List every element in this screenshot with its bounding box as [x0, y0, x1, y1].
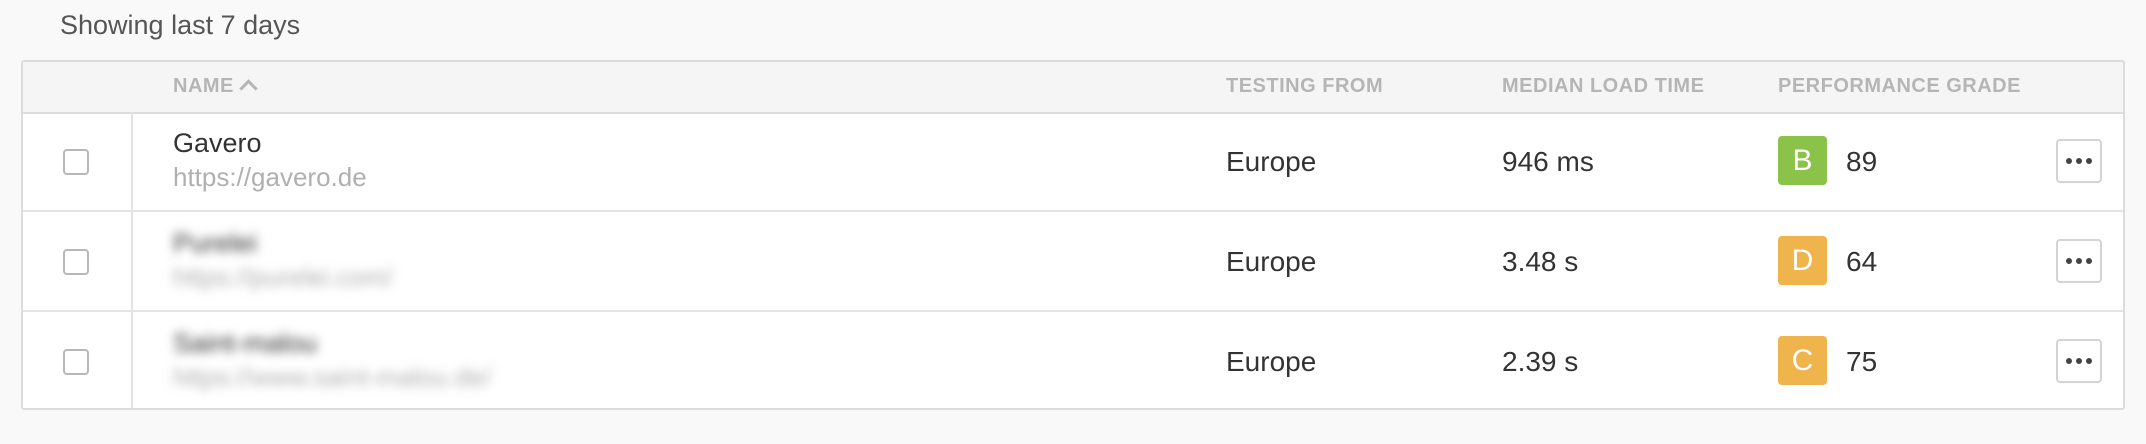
table-row: Purelei https://purelei.com/ Europe 3.48… [23, 212, 2123, 312]
more-options-button[interactable] [2056, 339, 2102, 383]
median-load-time: 2.39 s [1502, 346, 1579, 377]
column-header-median-load-time[interactable]: MEDIAN LOAD TIME [1502, 75, 1704, 98]
more-dots-icon [2066, 358, 2092, 364]
median-load-time: 946 ms [1502, 146, 1594, 177]
testing-location: Europe [1226, 246, 1317, 277]
row-checkbox[interactable] [63, 249, 89, 275]
site-name[interactable]: Gavero [173, 128, 262, 159]
testing-location: Europe [1226, 146, 1317, 177]
performance-score: 64 [1846, 246, 1878, 277]
column-header-performance-grade[interactable]: PERFORMANCE GRADE [1778, 75, 2021, 98]
column-header-name-label: NAME [173, 75, 234, 97]
table-row: Gavero https://gavero.de Europe 946 ms B… [23, 112, 2123, 212]
grade-badge: C [1778, 336, 1827, 385]
grade-badge: B [1778, 136, 1827, 185]
row-checkbox[interactable] [63, 349, 89, 375]
median-load-time: 3.48 s [1502, 246, 1579, 277]
testing-location: Europe [1226, 346, 1317, 377]
site-url: https://www.saint-malou.de/ [173, 362, 491, 392]
site-name[interactable]: Saint-malou [173, 328, 317, 359]
more-dots-icon [2066, 158, 2092, 164]
performance-score: 75 [1846, 346, 1878, 377]
site-url: https://purelei.com/ [173, 262, 393, 292]
site-name[interactable]: Purelei [173, 228, 257, 259]
performance-score: 89 [1846, 146, 1878, 177]
column-header-name[interactable]: NAME [173, 75, 258, 98]
more-options-button[interactable] [2056, 139, 2102, 183]
pages-table: NAME TESTING FROM MEDIAN LOAD TIME PERFO… [21, 60, 2125, 410]
table-header: NAME TESTING FROM MEDIAN LOAD TIME PERFO… [23, 62, 2123, 114]
grade-badge: D [1778, 236, 1827, 285]
date-range-caption: Showing last 7 days [60, 10, 301, 40]
sort-ascending-icon [239, 79, 258, 98]
site-url: https://gavero.de [173, 162, 367, 192]
column-header-testing-from[interactable]: TESTING FROM [1226, 75, 1383, 98]
more-options-button[interactable] [2056, 239, 2102, 283]
row-checkbox[interactable] [63, 149, 89, 175]
more-dots-icon [2066, 258, 2092, 264]
table-row: Saint-malou https://www.saint-malou.de/ … [23, 312, 2123, 412]
